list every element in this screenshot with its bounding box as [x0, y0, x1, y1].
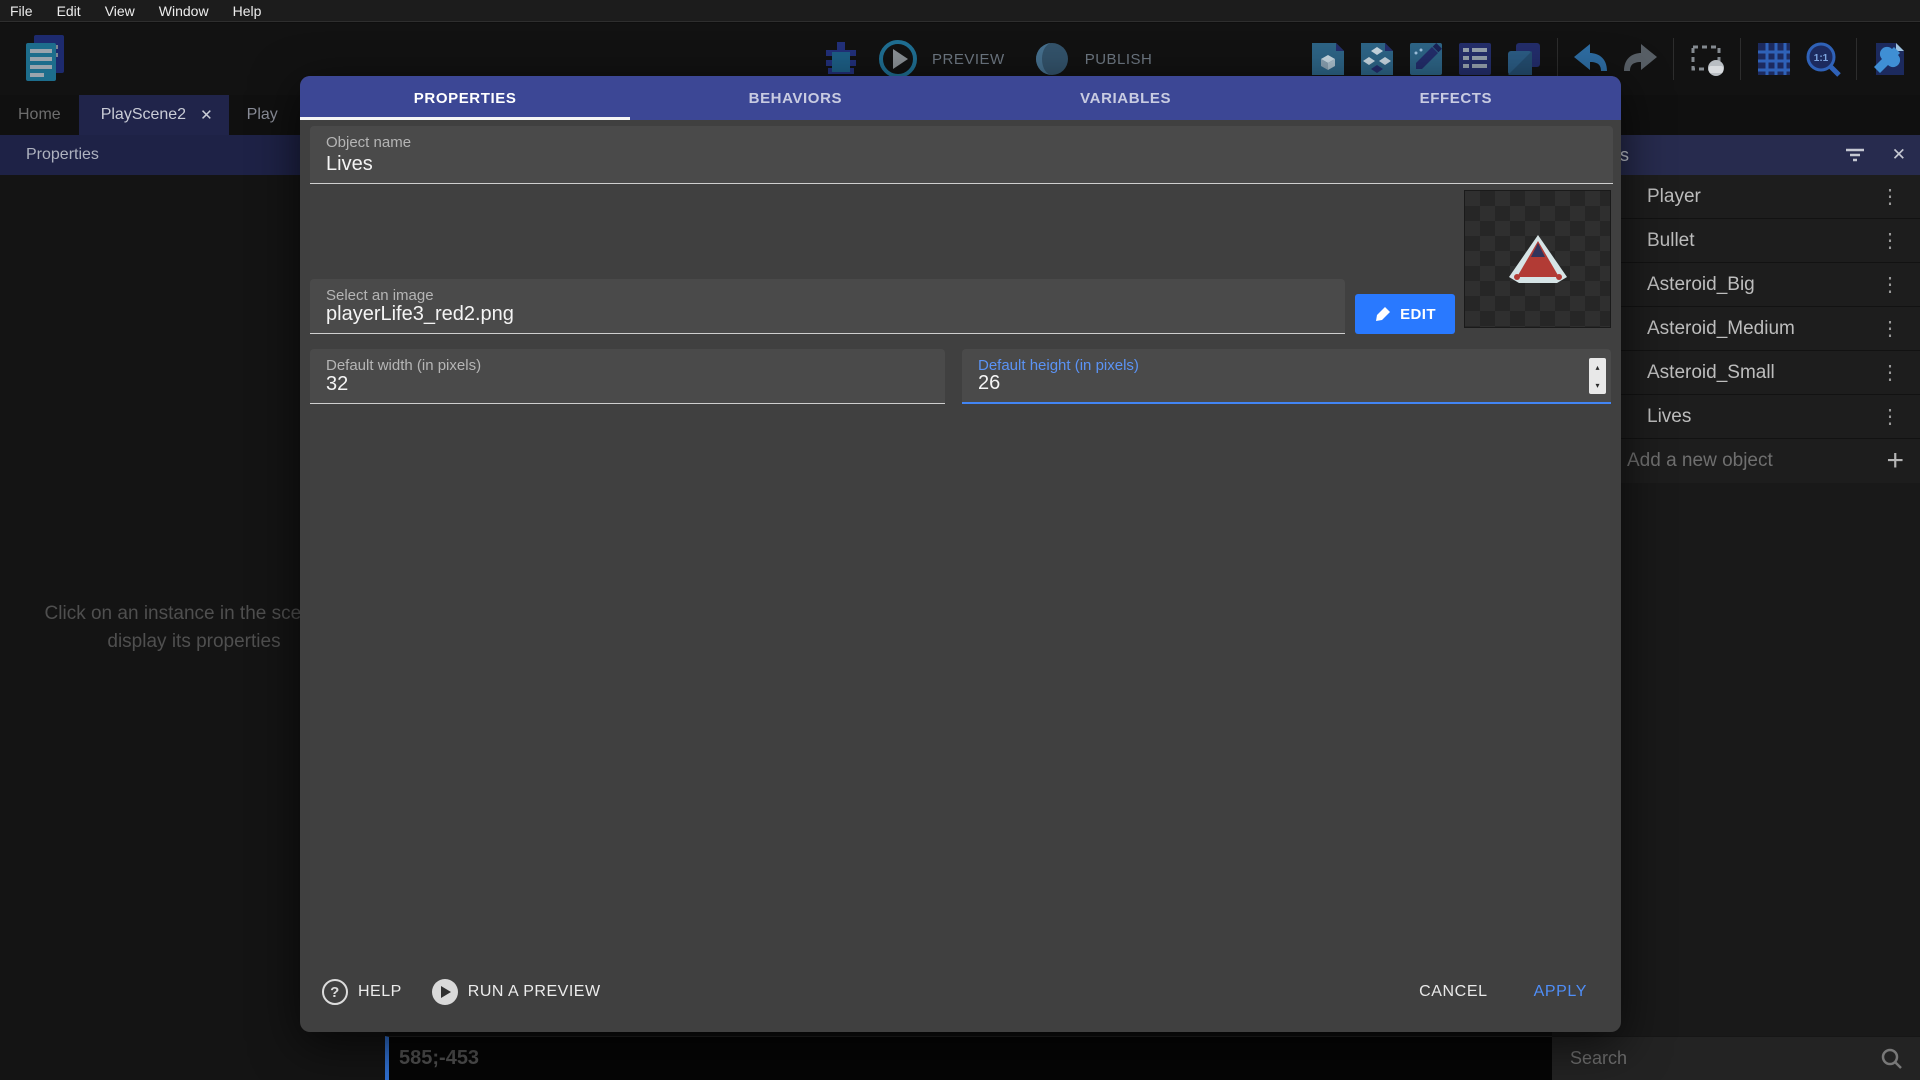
ship-sprite [1505, 233, 1571, 285]
tab-home-label: Home [18, 106, 61, 124]
apply-button[interactable]: APPLY [1534, 983, 1587, 1001]
tab-effects[interactable]: EFFECTS [1291, 76, 1621, 120]
kebab-menu-icon[interactable]: ⋮ [1880, 360, 1900, 385]
preview-play-icon[interactable] [876, 37, 920, 81]
tab-close-icon[interactable]: ✕ [200, 106, 213, 124]
svg-text:1:1: 1:1 [1814, 53, 1829, 64]
object-name-field[interactable]: Object name Lives [310, 126, 1613, 184]
publish-globe-icon[interactable] [1031, 38, 1073, 80]
spinner-down-icon[interactable]: ▾ [1589, 376, 1606, 394]
help-button-label: HELP [358, 983, 402, 1001]
object-name-label: Asteroid_Small [1647, 362, 1775, 384]
menu-bar: File Edit View Window Help [0, 0, 1920, 22]
object-name-label: Player [1647, 186, 1701, 208]
tab-behaviors[interactable]: BEHAVIORS [630, 76, 960, 120]
default-width-field[interactable]: Default width (in pixels) 32 [310, 349, 945, 404]
gdevelop-app: File Edit View Window Help [0, 0, 1920, 1080]
filter-icon[interactable] [1844, 146, 1866, 164]
tab-playscene2-label: PlayScene2 [101, 106, 186, 124]
object-name-field-label: Object name [326, 134, 411, 151]
select-image-value: playerLife3_red2.png [326, 303, 514, 326]
object-editor-dialog: PROPERTIES BEHAVIORS VARIABLES EFFECTS O… [300, 76, 1621, 1032]
toolbar-separator [1740, 38, 1741, 80]
edit-button-label: EDIT [1400, 306, 1436, 323]
edit-image-button[interactable]: EDIT [1355, 294, 1455, 334]
toolbar-separator [1856, 38, 1857, 80]
setup-grid-wrench-icon[interactable] [1870, 39, 1910, 79]
menu-file[interactable]: File [10, 3, 33, 19]
redo-icon[interactable] [1620, 39, 1660, 79]
objects-search-bar[interactable]: Search [1552, 1036, 1920, 1080]
tab-partial-label: Play [247, 106, 278, 124]
tab-home[interactable]: Home [0, 95, 79, 135]
layers-icon[interactable] [1504, 39, 1544, 79]
menu-edit[interactable]: Edit [57, 3, 81, 19]
run-a-preview-button[interactable]: RUN A PREVIEW [432, 979, 601, 1005]
preview-label[interactable]: PREVIEW [932, 51, 1005, 68]
select-image-field[interactable]: Select an image playerLife3_red2.png [310, 279, 1345, 334]
select-image-label: Select an image [326, 287, 434, 304]
play-icon [432, 979, 458, 1005]
close-panel-icon[interactable]: ✕ [1892, 145, 1906, 165]
cursor-coordinates: 585;-453 [399, 1047, 479, 1070]
kebab-menu-icon[interactable]: ⋮ [1880, 272, 1900, 297]
zoom-1-1-icon[interactable]: 1:1 [1803, 39, 1843, 79]
kebab-menu-icon[interactable]: ⋮ [1880, 184, 1900, 209]
object-name-label: Asteroid_Big [1647, 274, 1755, 296]
add-object-icon[interactable] [1308, 39, 1348, 79]
dialog-tab-bar: PROPERTIES BEHAVIORS VARIABLES EFFECTS [300, 76, 1621, 120]
default-width-value: 32 [326, 373, 348, 396]
kebab-menu-icon[interactable]: ⋮ [1880, 316, 1900, 341]
toolbar-separator [1673, 38, 1674, 80]
tab-playscene2[interactable]: PlayScene2 ✕ [79, 95, 229, 135]
undo-icon[interactable] [1571, 39, 1611, 79]
brush-icon [1374, 305, 1392, 323]
edit-scene-pencil-icon[interactable] [1406, 39, 1446, 79]
help-icon: ? [322, 979, 348, 1005]
kebab-menu-icon[interactable]: ⋮ [1880, 228, 1900, 253]
tab-properties[interactable]: PROPERTIES [300, 76, 630, 120]
add-object-label: Add a new object [1627, 450, 1773, 472]
scene-status-bar: 585;-453 [385, 1036, 1552, 1080]
publish-label[interactable]: PUBLISH [1085, 51, 1153, 68]
menu-help[interactable]: Help [233, 3, 262, 19]
number-spinner: ▴ ▾ [1589, 358, 1606, 394]
help-button[interactable]: ? HELP [322, 979, 402, 1005]
cancel-button[interactable]: CANCEL [1419, 983, 1488, 1001]
properties-list-icon[interactable] [1455, 39, 1495, 79]
tab-variables[interactable]: VARIABLES [961, 76, 1291, 120]
spinner-up-icon[interactable]: ▴ [1589, 358, 1606, 376]
menu-view[interactable]: View [105, 3, 135, 19]
kebab-menu-icon[interactable]: ⋮ [1880, 404, 1900, 429]
object-name-label: Lives [1647, 406, 1691, 428]
default-height-label: Default height (in pixels) [978, 357, 1139, 374]
dialog-actions-bar: ? HELP RUN A PREVIEW CANCEL APPLY [300, 972, 1621, 1012]
plus-icon[interactable]: + [1886, 446, 1904, 476]
tab-playscene-events[interactable]: Play [229, 95, 296, 135]
default-height-value: 26 [978, 372, 1000, 395]
project-manager-icon[interactable] [18, 29, 70, 85]
active-tab-indicator [300, 117, 630, 120]
grid-icon[interactable] [1754, 39, 1794, 79]
default-width-label: Default width (in pixels) [326, 357, 481, 374]
object-name-field-value: Lives [326, 153, 373, 176]
sprite-preview[interactable] [1464, 190, 1611, 328]
selection-marquee-icon[interactable] [1687, 39, 1727, 79]
properties-panel-title: Properties [26, 146, 99, 164]
object-name-label: Asteroid_Medium [1647, 318, 1795, 340]
toolbar-separator [1557, 38, 1558, 80]
object-name-label: Bullet [1647, 230, 1695, 252]
search-input[interactable]: Search [1570, 1048, 1880, 1069]
search-icon [1880, 1047, 1904, 1071]
instances-list-icon[interactable] [1357, 39, 1397, 79]
default-height-field[interactable]: Default height (in pixels) 26 ▴ ▾ [962, 349, 1611, 404]
run-preview-label: RUN A PREVIEW [468, 983, 601, 1001]
menu-window[interactable]: Window [159, 3, 209, 19]
